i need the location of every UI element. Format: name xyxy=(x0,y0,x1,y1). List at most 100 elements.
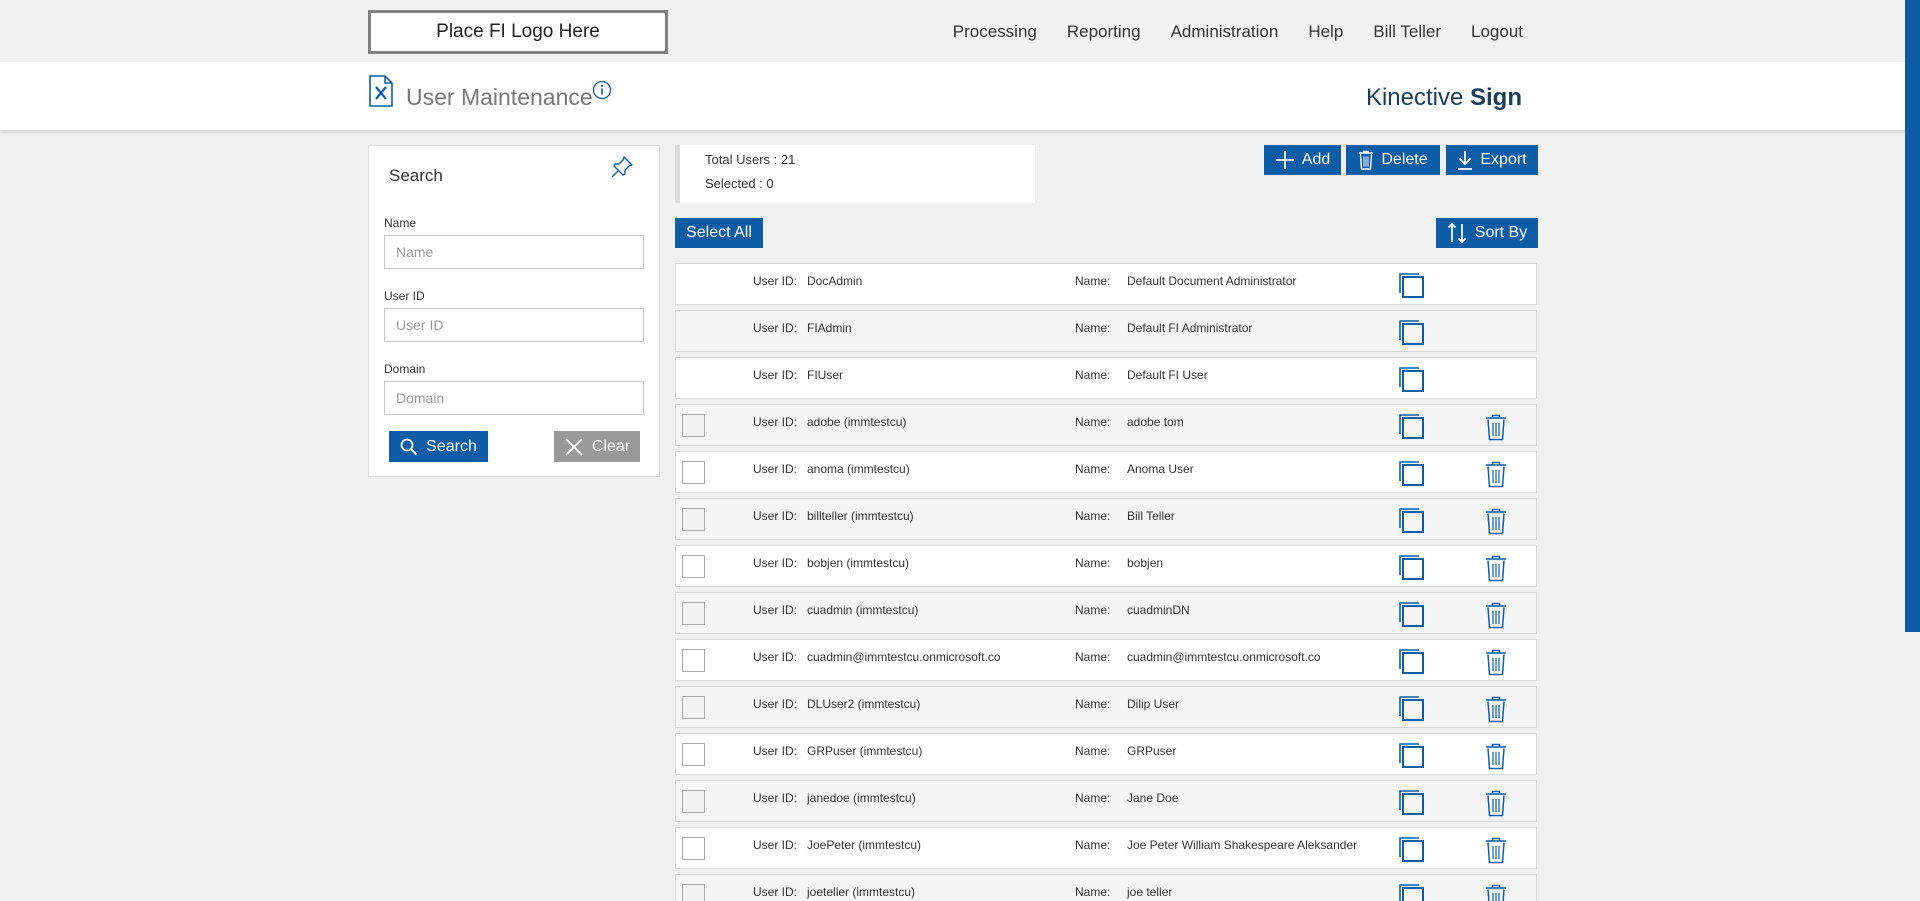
copy-icon[interactable] xyxy=(1397,788,1425,816)
user-id-label: User ID: xyxy=(753,885,798,899)
search-icon xyxy=(400,438,418,455)
row-checkbox[interactable] xyxy=(682,837,705,860)
user-id-label: User ID: xyxy=(753,274,798,288)
total-users: Total Users : 21 xyxy=(705,152,796,167)
brand-light: Kinective xyxy=(1365,84,1470,111)
row-checkbox[interactable] xyxy=(682,696,705,719)
copy-icon[interactable] xyxy=(1397,506,1425,534)
copy-icon[interactable] xyxy=(1397,318,1425,346)
search-button[interactable]: Search xyxy=(389,431,488,462)
copy-icon[interactable] xyxy=(1397,412,1425,440)
fi-logo-placeholder[interactable]: Place FI Logo Here xyxy=(368,10,668,54)
nav-user-profile[interactable]: Bill Teller xyxy=(1373,22,1441,42)
info-icon[interactable] xyxy=(592,80,612,100)
trash-icon[interactable] xyxy=(1484,883,1508,901)
user-id-value: cuadmin@immtestcu.onmicrosoft.co xyxy=(807,650,1001,664)
name-label: Name: xyxy=(1075,650,1111,664)
trash-icon[interactable] xyxy=(1484,413,1508,441)
row-checkbox[interactable] xyxy=(682,884,705,901)
title-band xyxy=(0,62,1920,130)
pin-icon[interactable] xyxy=(609,154,635,180)
copy-icon[interactable] xyxy=(1397,271,1425,299)
scrollbar[interactable] xyxy=(1905,0,1920,632)
user-row[interactable]: User ID: FIAdmin Name: Default FI Administr… xyxy=(675,310,1537,352)
trash-icon[interactable] xyxy=(1484,460,1508,488)
search-panel: Search Name User ID Domain Search Clear xyxy=(368,145,660,477)
nav-reporting[interactable]: Reporting xyxy=(1067,22,1141,42)
user-row[interactable]: User ID: cuadmin@immtestcu.onmicrosoft.co… xyxy=(675,639,1537,681)
row-checkbox[interactable] xyxy=(682,602,705,625)
page-title: User Maintenance xyxy=(406,84,593,110)
user-id-value: FIUser xyxy=(807,368,843,382)
nav-help[interactable]: Help xyxy=(1308,22,1343,42)
user-id-label: User ID: xyxy=(753,462,798,476)
trash-icon[interactable] xyxy=(1484,789,1508,817)
name-input[interactable] xyxy=(384,235,644,269)
name-value: Dilip User xyxy=(1127,697,1180,711)
name-value: Default Document Administrator xyxy=(1127,274,1297,288)
name-value: cuadmin@immtestcu.onmicrosoft.co xyxy=(1127,650,1321,664)
trash-icon[interactable] xyxy=(1484,554,1508,582)
sort-icon xyxy=(1447,222,1466,244)
export-button[interactable]: Export xyxy=(1446,145,1538,175)
userid-input[interactable] xyxy=(384,308,644,342)
trash-icon[interactable] xyxy=(1484,695,1508,723)
copy-icon[interactable] xyxy=(1397,647,1425,675)
add-button[interactable]: Add xyxy=(1264,145,1341,175)
user-id-value: FIAdmin xyxy=(807,321,852,335)
user-row[interactable]: User ID: JoePeter (immtestcu) Name: Joe Pet… xyxy=(675,827,1537,869)
name-label: Name: xyxy=(1075,603,1111,617)
copy-icon[interactable] xyxy=(1397,882,1425,901)
user-row[interactable]: User ID: billteller (immtestcu) Name: Bill … xyxy=(675,498,1537,540)
user-id-label: User ID: xyxy=(753,368,798,382)
trash-icon[interactable] xyxy=(1484,648,1508,676)
domain-input[interactable] xyxy=(384,381,644,415)
user-id-label: User ID: xyxy=(753,556,798,570)
sort-by-button[interactable]: Sort By xyxy=(1436,218,1538,248)
copy-icon[interactable] xyxy=(1397,553,1425,581)
copy-icon[interactable] xyxy=(1397,459,1425,487)
user-id-value: cuadmin (immtestcu) xyxy=(807,603,919,617)
user-row[interactable]: User ID: DocAdmin Name: Default Document Ad… xyxy=(675,263,1537,305)
row-checkbox[interactable] xyxy=(682,414,705,437)
user-row[interactable]: User ID: anoma (immtestcu) Name: Anoma User xyxy=(675,451,1537,493)
user-row[interactable]: User ID: GRPuser (immtestcu) Name: GRPuser xyxy=(675,733,1537,775)
user-row[interactable]: User ID: joeteller (immtestcu) Name: joe te… xyxy=(675,874,1537,901)
user-row[interactable]: User ID: FIUser Name: Default FI User xyxy=(675,357,1537,399)
trash-icon xyxy=(1359,150,1374,170)
user-row[interactable]: User ID: adobe (immtestcu) Name: adobe tom xyxy=(675,404,1537,446)
trash-icon[interactable] xyxy=(1484,507,1508,535)
domain-label: Domain xyxy=(384,362,426,376)
row-checkbox[interactable] xyxy=(682,649,705,672)
row-checkbox[interactable] xyxy=(682,790,705,813)
copy-icon[interactable] xyxy=(1397,365,1425,393)
trash-icon[interactable] xyxy=(1484,836,1508,864)
plus-icon xyxy=(1275,151,1294,169)
user-row[interactable]: User ID: janedoe (immtestcu) Name: Jane Doe xyxy=(675,780,1537,822)
row-checkbox[interactable] xyxy=(682,508,705,531)
user-row[interactable]: User ID: cuadmin (immtestcu) Name: cuadminD… xyxy=(675,592,1537,634)
trash-icon[interactable] xyxy=(1484,601,1508,629)
trash-icon[interactable] xyxy=(1484,742,1508,770)
copy-icon[interactable] xyxy=(1397,835,1425,863)
copy-icon[interactable] xyxy=(1397,741,1425,769)
delete-button[interactable]: Delete xyxy=(1346,145,1440,175)
nav-logout[interactable]: Logout xyxy=(1471,22,1523,42)
nav-administration[interactable]: Administration xyxy=(1171,22,1279,42)
row-checkbox[interactable] xyxy=(682,555,705,578)
copy-icon[interactable] xyxy=(1397,600,1425,628)
search-button-label: Search xyxy=(426,437,477,455)
user-row[interactable]: User ID: DLUser2 (immtestcu) Name: Dilip Us… xyxy=(675,686,1537,728)
user-id-value: anoma (immtestcu) xyxy=(807,462,910,476)
name-value: bobjen xyxy=(1127,556,1164,570)
copy-icon[interactable] xyxy=(1397,694,1425,722)
select-all-button[interactable]: Select All xyxy=(675,218,763,248)
clear-button[interactable]: Clear xyxy=(554,431,640,462)
user-row[interactable]: User ID: bobjen (immtestcu) Name: bobjen xyxy=(675,545,1537,587)
logo-text: Place FI Logo Here xyxy=(436,21,600,42)
row-checkbox[interactable] xyxy=(682,743,705,766)
name-label: Name: xyxy=(1075,509,1111,523)
row-checkbox[interactable] xyxy=(682,461,705,484)
nav-processing[interactable]: Processing xyxy=(953,22,1037,42)
download-icon xyxy=(1458,151,1473,170)
